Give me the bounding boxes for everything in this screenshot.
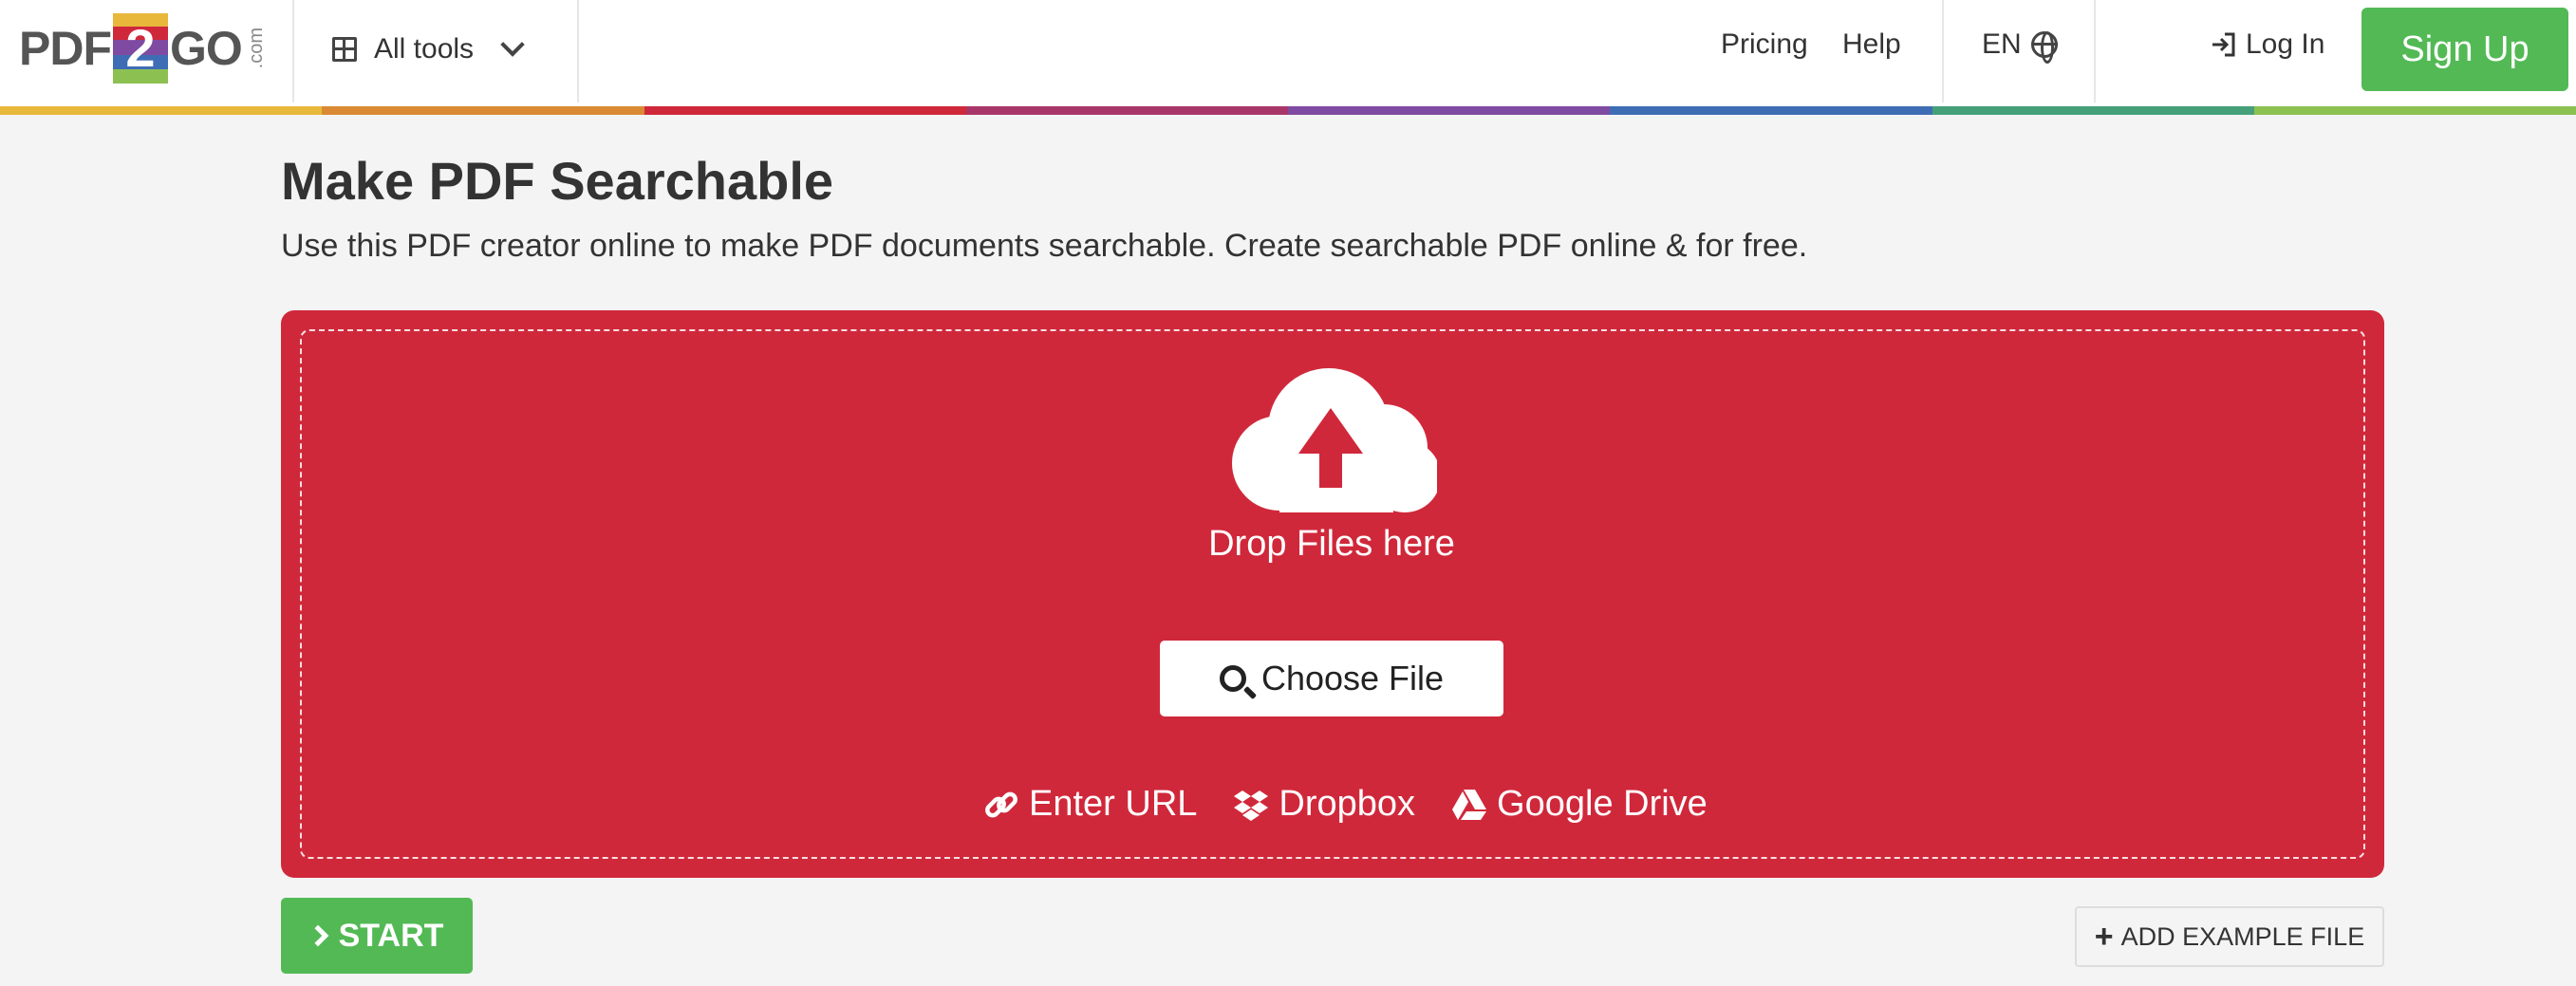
dropbox-link[interactable]: Dropbox <box>1233 784 1415 825</box>
start-label: START <box>338 917 444 954</box>
choose-file-button[interactable]: Choose File <box>1160 641 1503 716</box>
google-drive-icon <box>1452 789 1487 820</box>
all-tools-label: All tools <box>374 33 475 65</box>
language-selector[interactable]: EN <box>1982 28 2058 64</box>
cloud-upload-icon <box>1232 368 1437 512</box>
logo-text-left: PDF <box>19 22 112 75</box>
header-divider <box>292 0 294 102</box>
google-drive-label: Google Drive <box>1497 784 1708 824</box>
add-example-file-button[interactable]: + ADD EXAMPLE FILE <box>2075 906 2384 967</box>
header-divider <box>2094 0 2096 102</box>
google-drive-link[interactable]: Google Drive <box>1451 784 1708 825</box>
language-label: EN <box>1982 28 2022 60</box>
chevron-right-icon <box>307 924 328 947</box>
search-icon <box>1219 665 1246 692</box>
dropbox-icon <box>1234 790 1269 821</box>
add-example-label: ADD EXAMPLE FILE <box>2120 921 2365 951</box>
nav-pricing-link[interactable]: Pricing <box>1721 28 1808 61</box>
header-divider <box>1942 0 1944 102</box>
logo-badge: 2 <box>113 13 168 84</box>
grid-icon <box>332 37 357 62</box>
link-icon <box>985 791 1017 817</box>
page-subtitle: Use this PDF creator online to make PDF … <box>281 228 1808 264</box>
header-divider <box>577 0 579 102</box>
start-button[interactable]: START <box>281 898 473 974</box>
nav-help-link[interactable]: Help <box>1842 28 1901 61</box>
plus-icon: + <box>2094 918 2114 955</box>
pdf2go-logo[interactable]: PDF 2 GO .com <box>19 11 268 85</box>
all-tools-menu[interactable]: All tools <box>332 23 525 76</box>
upload-sources: Enter URL Dropbox Google Drive <box>983 784 1708 825</box>
signup-button[interactable]: Sign Up <box>2361 8 2568 91</box>
dropbox-label: Dropbox <box>1279 784 1416 824</box>
globe-icon <box>2030 31 2058 64</box>
login-icon <box>2212 32 2235 57</box>
login-link[interactable]: Log In <box>2210 28 2324 61</box>
enter-url-label: Enter URL <box>1029 784 1198 824</box>
logo-suffix: .com <box>245 28 267 69</box>
login-label: Log In <box>2246 28 2325 60</box>
rainbow-divider <box>0 106 2576 115</box>
chevron-down-icon <box>500 32 525 57</box>
enter-url-link[interactable]: Enter URL <box>983 784 1197 825</box>
choose-file-label: Choose File <box>1260 659 1445 698</box>
logo-text-right: GO <box>170 22 243 75</box>
drop-files-text: Drop Files here <box>1208 524 1455 564</box>
logo-text-mid: 2 <box>125 18 156 78</box>
page-title: Make PDF Searchable <box>281 151 834 211</box>
top-header: PDF 2 GO .com All tools Pricing Help EN … <box>0 0 2576 106</box>
